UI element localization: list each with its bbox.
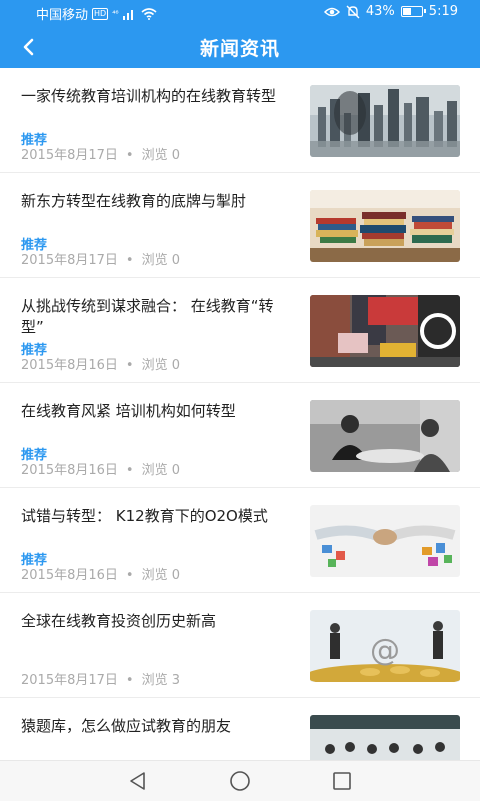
news-item[interactable]: 全球在线教育投资创历史新高 2015年8月17日 • 浏览 3 @ bbox=[0, 593, 480, 698]
nav-home-icon[interactable] bbox=[228, 769, 252, 793]
status-right: 43% 5:19 bbox=[323, 4, 458, 19]
news-item[interactable]: 从挑战传统到谋求融合： 在线教育“转型” 推荐 2015年8月16日 • 浏览 0 bbox=[0, 278, 480, 383]
news-list: 一家传统教育培训机构的在线教育转型 推荐 2015年8月17日 • 浏览 0 新东方… bbox=[0, 68, 480, 760]
news-title: 一家传统教育培训机构的在线教育转型 bbox=[21, 87, 277, 105]
system-nav-bar bbox=[0, 760, 480, 801]
news-views: 浏览 3 bbox=[141, 673, 180, 688]
coins-image: @ bbox=[310, 610, 460, 682]
news-date: 2015年8月16日 bbox=[21, 568, 118, 583]
eye-icon bbox=[323, 7, 340, 16]
news-meta: 2015年8月17日 • 浏览 0 bbox=[21, 253, 180, 268]
app-bar: 新闻资讯 bbox=[0, 26, 480, 68]
news-meta: 2015年8月16日 • 浏览 0 bbox=[21, 568, 180, 583]
mute-bell-icon bbox=[346, 5, 360, 18]
battery-level bbox=[402, 8, 412, 15]
news-date: 2015年8月16日 bbox=[21, 358, 118, 373]
signal-label: ⁴⁶ bbox=[112, 9, 119, 18]
news-meta: 2015年8月16日 • 浏览 0 bbox=[21, 358, 180, 373]
street-ads-image bbox=[310, 295, 460, 367]
news-views: 浏览 0 bbox=[141, 253, 180, 268]
status-bar: 中国移动 HD ⁴⁶ 43% 5:19 bbox=[0, 0, 480, 26]
news-views: 浏览 0 bbox=[141, 148, 180, 163]
news-meta: 2015年8月17日 • 浏览 3 bbox=[21, 673, 180, 688]
wifi-icon bbox=[141, 7, 157, 20]
books-image bbox=[310, 190, 460, 262]
nav-recents-icon[interactable] bbox=[330, 769, 354, 793]
news-date: 2015年8月17日 bbox=[21, 148, 118, 163]
page-title: 新闻资讯 bbox=[199, 38, 280, 60]
news-title: 试错与转型： K12教育下的O2O模式 bbox=[21, 507, 268, 525]
news-item[interactable]: 试错与转型： K12教育下的O2O模式 推荐 2015年8月16日 • 浏览 0 bbox=[0, 488, 480, 593]
news-item[interactable]: 一家传统教育培训机构的在线教育转型 推荐 2015年8月17日 • 浏览 0 bbox=[0, 68, 480, 173]
news-date: 2015年8月17日 bbox=[21, 253, 118, 268]
news-title: 全球在线教育投资创历史新高 bbox=[21, 612, 217, 630]
nav-back-icon[interactable] bbox=[126, 769, 150, 793]
status-left: 中国移动 HD ⁴⁶ bbox=[36, 4, 157, 23]
signal-icon bbox=[122, 9, 133, 20]
carrier-label: 中国移动 bbox=[36, 8, 89, 23]
news-views: 浏览 0 bbox=[141, 568, 180, 583]
news-title: 新东方转型在线教育的底牌与掣肘 bbox=[21, 192, 247, 210]
news-views: 浏览 0 bbox=[141, 358, 180, 373]
news-views: 浏览 0 bbox=[141, 463, 180, 478]
news-meta: 2015年8月17日 • 浏览 0 bbox=[21, 148, 180, 163]
classroom-image bbox=[310, 715, 460, 760]
news-date: 2015年8月16日 bbox=[21, 463, 118, 478]
news-item[interactable]: 新东方转型在线教育的底牌与掣肘 推荐 2015年8月17日 • 浏览 0 bbox=[0, 173, 480, 278]
news-title: 在线教育风紧 培训机构如何转型 bbox=[21, 402, 236, 420]
news-title: 猿题库，怎么做应试教育的朋友 bbox=[21, 717, 232, 735]
news-meta: 2015年8月16日 • 浏览 0 bbox=[21, 463, 180, 478]
handshake-image bbox=[310, 505, 460, 577]
hd-badge: HD bbox=[92, 7, 109, 20]
news-title: 从挑战传统到谋求融合： 在线教育“转型” bbox=[21, 297, 274, 336]
city-skyline-image bbox=[310, 85, 460, 157]
news-date: 2015年8月17日 bbox=[21, 673, 118, 688]
meeting-image bbox=[310, 400, 460, 472]
news-item[interactable]: 在线教育风紧 培训机构如何转型 推荐 2015年8月16日 • 浏览 0 bbox=[0, 383, 480, 488]
battery-icon bbox=[400, 6, 426, 17]
news-item[interactable]: 猿题库，怎么做应试教育的朋友 bbox=[0, 698, 480, 760]
battery-percent: 43% bbox=[365, 4, 395, 19]
clock: 5:19 bbox=[428, 4, 458, 19]
svg-text:@: @ bbox=[370, 633, 400, 668]
